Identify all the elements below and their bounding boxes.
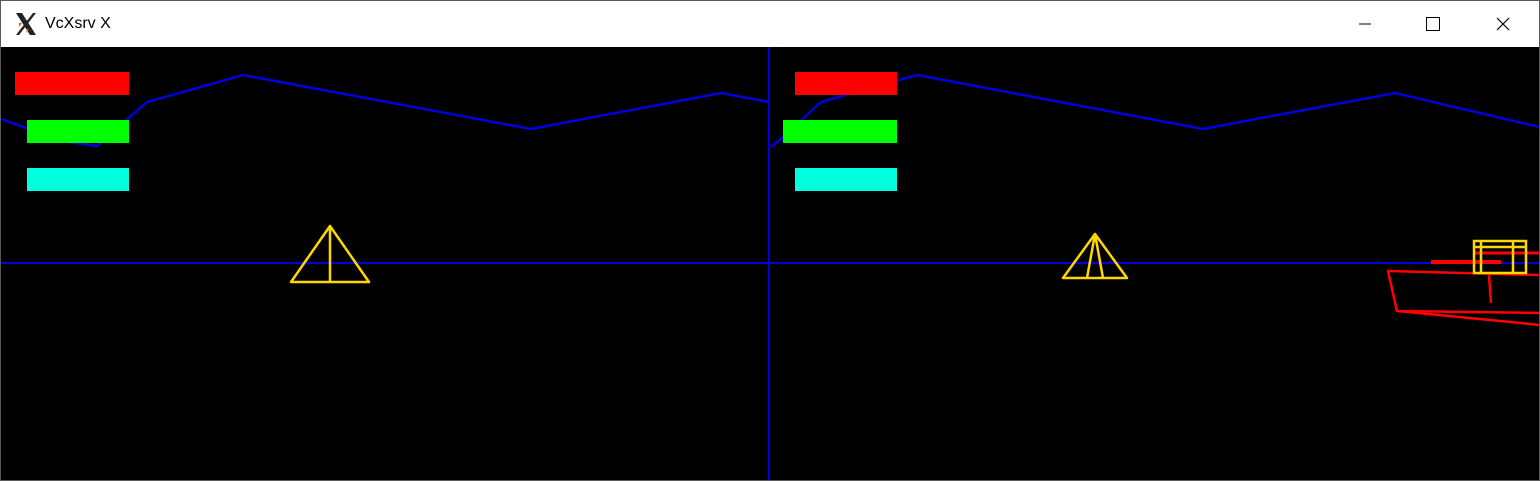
pyramid-left — [289, 224, 371, 284]
status-bar-green-left — [27, 120, 129, 143]
minimize-button[interactable] — [1342, 1, 1388, 47]
minimize-icon — [1359, 23, 1371, 25]
status-bar-red-left — [15, 72, 129, 95]
pyramid-right — [1061, 232, 1129, 280]
status-bar-cyan-right — [795, 168, 897, 191]
status-bar-cyan-left — [27, 168, 129, 191]
scene-svg — [1, 47, 1539, 480]
title-bar[interactable]: VcXsrv X — [1, 1, 1539, 47]
vcxsrv-window: VcXsrv X — [0, 0, 1540, 481]
maximize-button[interactable] — [1410, 1, 1456, 47]
maximize-icon — [1426, 17, 1440, 31]
status-bar-green-right — [783, 120, 897, 143]
close-button[interactable] — [1480, 1, 1526, 47]
game-viewport[interactable] — [1, 47, 1539, 480]
target-box — [1472, 239, 1528, 275]
x-logo-icon — [16, 13, 36, 35]
window-title: VcXsrv X — [45, 15, 111, 32]
close-icon — [1496, 17, 1510, 31]
status-bar-red-right — [795, 72, 897, 95]
